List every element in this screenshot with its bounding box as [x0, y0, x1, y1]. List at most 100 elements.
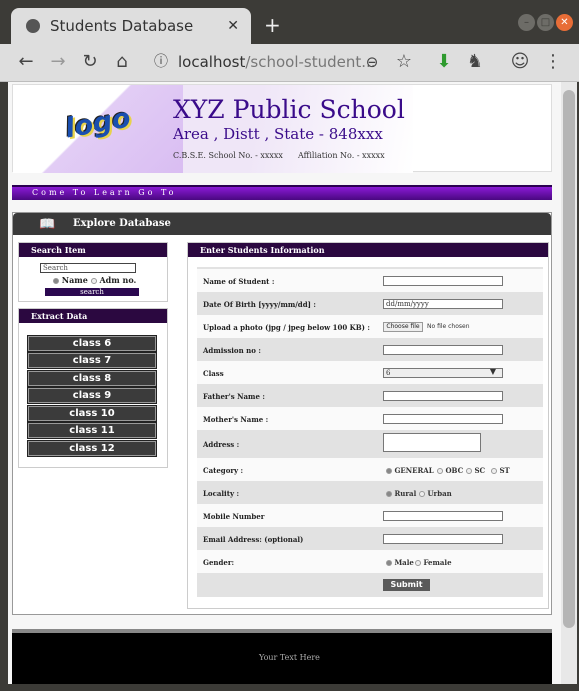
locality-urban-option[interactable]: Urban — [419, 489, 452, 498]
radio-st[interactable] — [491, 468, 497, 474]
class-12-button[interactable]: class 12 — [27, 440, 157, 457]
category-sc-option[interactable]: SC — [466, 466, 485, 475]
father-name-input[interactable] — [383, 391, 503, 401]
gender-male-option[interactable]: Male — [386, 558, 414, 567]
menu-icon[interactable]: ⋮ — [542, 51, 564, 73]
profile-icon[interactable]: ☺ — [509, 51, 531, 73]
page-footer: Your Text Here — [12, 629, 552, 684]
dropdown-arrow-icon: ▼ — [489, 367, 496, 376]
minimize-icon[interactable]: – — [518, 14, 535, 31]
form-row-category: Category : GENERAL OBC SC ST — [197, 458, 543, 481]
radio-male[interactable] — [386, 560, 392, 566]
locality-rural-option[interactable]: Rural — [386, 489, 416, 498]
extract-data-title: Extract Data — [19, 309, 167, 323]
radio-name-label: Name — [61, 275, 88, 285]
reload-icon[interactable]: ↻ — [79, 51, 101, 73]
class-11-button[interactable]: class 11 — [27, 422, 157, 439]
search-button[interactable]: search — [45, 288, 139, 296]
download-icon[interactable]: ⬇ — [433, 51, 455, 73]
school-name: XYZ Public School — [173, 95, 405, 124]
form-row-mobile: Mobile Number — [197, 504, 543, 527]
class-7-button[interactable]: class 7 — [27, 352, 157, 369]
st-label: ST — [499, 466, 510, 475]
gender-female-option[interactable]: Female — [415, 558, 452, 567]
marquee-bar: Come To Learn Go To — [12, 185, 552, 200]
new-tab-icon[interactable]: + — [264, 13, 281, 37]
tab-students-database[interactable]: Students Database ✕ — [11, 8, 251, 44]
form-row-address: Address : — [197, 430, 543, 458]
form-row-gender: Gender: Male Female — [197, 550, 543, 573]
form-row-mother: Mother's Name : — [197, 407, 543, 430]
class-6-button[interactable]: class 6 — [27, 335, 157, 352]
cbse-school-number: C.B.S.E. School No. - xxxxx — [173, 151, 283, 160]
email-input[interactable] — [383, 534, 503, 544]
mobile-input[interactable] — [383, 511, 503, 521]
form-row-submit: Submit — [197, 573, 543, 596]
extension-icon[interactable]: ♞ — [464, 51, 486, 73]
address-bar[interactable]: localhost/school-student... — [178, 53, 376, 71]
panel-title: Explore Database — [73, 218, 171, 229]
form-row-admission: Admission no : — [197, 338, 543, 361]
school-address: Area , Distt , State - 848xxx — [173, 125, 383, 143]
close-window-icon[interactable]: ✕ — [556, 14, 573, 31]
marquee-text: Come To Learn Go To — [32, 188, 177, 197]
search-input[interactable]: Search — [40, 263, 136, 273]
urban-label: Urban — [427, 489, 452, 498]
rural-label: Rural — [394, 489, 417, 498]
category-general-option[interactable]: GENERAL — [386, 466, 434, 475]
photo-label: Upload a photo (jpg / jpeg below 100 KB)… — [203, 323, 370, 332]
general-label: GENERAL — [394, 466, 434, 475]
close-tab-icon[interactable]: ✕ — [227, 18, 239, 34]
scrollbar-thumb[interactable] — [563, 90, 575, 628]
class-10-button[interactable]: class 10 — [27, 405, 157, 422]
bookmark-star-icon[interactable]: ☆ — [393, 51, 415, 73]
radio-general[interactable] — [386, 468, 392, 474]
address-textarea[interactable] — [383, 433, 481, 452]
obc-label: OBC — [445, 466, 464, 475]
form-row-photo: Upload a photo (jpg / jpeg below 100 KB)… — [197, 315, 543, 338]
radio-sc[interactable] — [466, 468, 472, 474]
zoom-icon[interactable]: ⊖ — [361, 51, 383, 73]
radio-adm-no[interactable] — [90, 278, 97, 284]
open-book-icon: 📖 — [39, 217, 56, 232]
dob-label: Date Of Birth [yyyy/mm/dd] : — [203, 300, 316, 309]
radio-urban[interactable] — [419, 491, 425, 497]
name-label: Name of Student : — [203, 277, 275, 286]
category-obc-option[interactable]: OBC — [437, 466, 463, 475]
category-st-option[interactable]: ST — [491, 466, 510, 475]
globe-icon — [26, 19, 40, 33]
vertical-scrollbar[interactable] — [561, 82, 577, 684]
forward-icon[interactable]: → — [47, 51, 69, 73]
panel-header: 📖 Explore Database — [13, 213, 551, 235]
radio-rural[interactable] — [386, 491, 392, 497]
maximize-icon[interactable]: □ — [537, 14, 554, 31]
dob-input[interactable]: dd/mm/yyyy — [383, 299, 503, 309]
class-9-button[interactable]: class 9 — [27, 387, 157, 404]
choose-file-button[interactable]: Choose file — [383, 322, 423, 332]
submit-button[interactable]: Submit — [383, 579, 430, 591]
student-form: Name of Student : Date Of Birth [yyyy/mm… — [197, 267, 543, 597]
url-path: /school-student... — [245, 53, 376, 71]
back-icon[interactable]: ← — [15, 51, 37, 73]
mother-name-input[interactable] — [383, 414, 503, 424]
radio-name[interactable] — [53, 278, 59, 284]
radio-female[interactable] — [415, 560, 421, 566]
home-icon[interactable]: ⌂ — [111, 51, 133, 73]
info-icon[interactable]: ⓘ — [150, 51, 172, 73]
father-label: Father's Name : — [203, 392, 265, 401]
admission-label: Admission no : — [203, 346, 261, 355]
class-select[interactable]: 6 ▼ — [383, 368, 503, 378]
radio-adm-label: Adm no. — [99, 275, 137, 285]
form-row-father: Father's Name : — [197, 384, 543, 407]
school-header: logo XYZ Public School Area , Distt , St… — [12, 84, 552, 173]
student-form-title: Enter Students Information — [188, 243, 548, 257]
form-row-locality: Locality : Rural Urban — [197, 481, 543, 504]
student-name-input[interactable] — [383, 276, 503, 286]
affiliation-number: Affiliation No. - xxxxx — [298, 151, 385, 160]
female-label: Female — [423, 558, 452, 567]
admission-no-input[interactable] — [383, 345, 503, 355]
search-type-radios: Name Adm no. — [53, 275, 136, 285]
class-8-button[interactable]: class 8 — [27, 370, 157, 387]
radio-obc[interactable] — [437, 468, 443, 474]
footer-text: Your Text Here — [259, 653, 320, 662]
